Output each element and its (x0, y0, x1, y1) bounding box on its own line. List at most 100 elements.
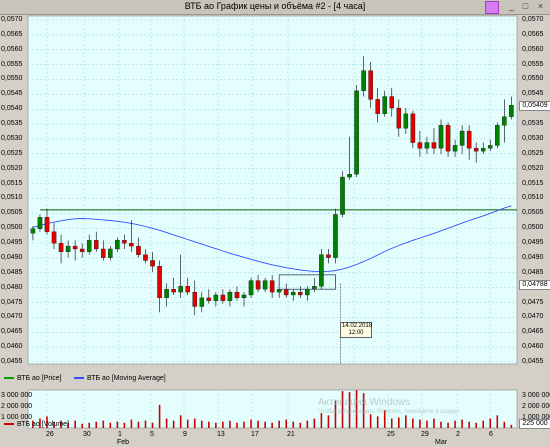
minimize-button[interactable]: _ (506, 1, 517, 12)
volume-bar-15 (137, 421, 140, 428)
volume-bar-23 (193, 418, 196, 428)
candle-body-64 (480, 148, 486, 152)
volume-bar-7 (81, 423, 83, 428)
volume-bar-64 (482, 420, 485, 428)
legend-ma-label: ВТБ ао [Moving Average] (87, 375, 166, 382)
volume-bar-48 (369, 414, 372, 428)
candle-body-57 (431, 142, 437, 149)
volume-bar-6 (74, 420, 76, 428)
candle-body-34 (269, 280, 275, 293)
candle-body-3 (51, 231, 57, 244)
candle-body-11 (108, 248, 113, 258)
candle-body-43 (333, 214, 338, 258)
price-tick-r-10: 0,0520 (522, 164, 544, 172)
volume-bar-28 (229, 420, 231, 428)
legend-ma-swatch (74, 377, 84, 380)
current-volume-label: 225 000 (519, 419, 550, 429)
candle-body-66 (495, 125, 500, 146)
candle-body-68 (509, 105, 514, 117)
candle-body-39 (305, 289, 310, 296)
price-tick-r-2: 0,0560 (522, 45, 544, 53)
price-tick-l-7: 0,0535 (1, 120, 23, 128)
volume-bar-55 (419, 419, 421, 428)
legend-price[interactable]: ВТБ ао [Price] (4, 373, 62, 385)
price-tick-l-21: 0,0465 (1, 328, 23, 336)
price-tick-r-7: 0,0535 (522, 120, 544, 128)
legend-price-label: ВТБ ао [Price] (17, 375, 62, 382)
volume-tick-r-1: 2 000 000 (522, 403, 550, 410)
candle-body-20 (171, 289, 176, 293)
window-title: ВТБ ао График цены и объёма #2 - [4 часа… (184, 1, 366, 11)
price-tick-l-9: 0,0525 (1, 149, 23, 157)
price-tick-r-20: 0,0470 (522, 313, 544, 321)
candle-body-59 (445, 125, 451, 152)
volume-bar-37 (292, 421, 295, 428)
x-label-3: 5 (150, 431, 154, 438)
candle-body-6 (72, 245, 78, 250)
price-tick-r-16: 0,0490 (522, 253, 544, 261)
volume-bar-21 (179, 415, 182, 428)
volume-bar-51 (390, 418, 393, 428)
candle-body-19 (164, 289, 169, 299)
x-label-9: 29 (421, 431, 429, 438)
candle-body-10 (101, 248, 106, 258)
candle-body-8 (86, 240, 92, 252)
close-button[interactable]: × (535, 1, 546, 12)
candle-body-2 (44, 217, 50, 232)
volume-bar-39 (306, 420, 309, 428)
candle-body-56 (424, 142, 430, 149)
price-tick-l-12: 0,0510 (1, 194, 23, 202)
candle-body-47 (361, 70, 366, 91)
volume-bar-67 (503, 421, 506, 428)
price-tick-l-19: 0,0475 (1, 298, 23, 306)
candle-body-48 (368, 70, 373, 100)
candle-body-61 (459, 130, 465, 146)
price-tick-l-13: 0,0505 (1, 209, 23, 217)
restore-button[interactable]: □ (520, 1, 531, 12)
candle-body-16 (143, 254, 148, 261)
volume-tick-r-0: 3 000 000 (522, 392, 550, 399)
candle-body-21 (178, 286, 183, 293)
volume-bar-14 (130, 419, 133, 428)
volume-bar-68 (510, 424, 513, 428)
volume-bar-27 (222, 421, 224, 428)
volume-bar-25 (208, 421, 210, 428)
volume-bar-33 (264, 421, 266, 428)
volume-bar-54 (412, 418, 414, 428)
volume-bar-56 (426, 420, 428, 428)
volume-bar-31 (250, 419, 252, 428)
price-tick-l-16: 0,0490 (1, 253, 23, 261)
volume-bar-26 (215, 422, 217, 428)
candle-body-67 (502, 116, 507, 126)
candle-body-28 (227, 291, 233, 301)
volume-bar-42 (327, 415, 330, 428)
candle-body-50 (382, 96, 387, 114)
candle-body-29 (234, 291, 240, 299)
candle-body-40 (312, 286, 317, 290)
x-label-10: 2 (456, 431, 460, 438)
price-tick-l-6: 0,0540 (1, 105, 23, 113)
candle-body-30 (241, 294, 247, 299)
candle-body-24 (199, 297, 205, 307)
price-tick-r-0: 0,0570 (522, 16, 544, 23)
volume-bar-53 (405, 415, 407, 428)
price-tick-r-12: 0,0510 (522, 194, 544, 202)
volume-bar-58 (440, 421, 442, 428)
candle-body-54 (410, 113, 416, 143)
price-tick-r-1: 0,0565 (522, 30, 544, 38)
candle-body-65 (488, 145, 493, 149)
legend-volume-label: ВТБ ао [Volume] (17, 421, 69, 428)
x-label-5: 13 (217, 431, 225, 438)
candle-body-9 (93, 240, 99, 250)
price-tick-l-20: 0,0470 (1, 313, 23, 321)
candle-body-42 (326, 254, 331, 258)
pencil-icon[interactable] (485, 1, 499, 14)
window-titlebar: ВТБ ао График цены и объёма #2 - [4 часа… (0, 0, 550, 15)
chart-area[interactable]: 0,0570 0,0565 0,0560 0,0555 0,0550 0,0545 0,05… (0, 14, 550, 447)
volume-bar-52 (397, 417, 400, 428)
x-label-7: 21 (287, 431, 295, 438)
legend-ma[interactable]: ВТБ ао [Moving Average] (74, 373, 166, 385)
volume-bar-16 (144, 420, 147, 428)
secondary-price-label: 0,04788 (519, 280, 550, 291)
volume-bar-34 (271, 422, 273, 428)
